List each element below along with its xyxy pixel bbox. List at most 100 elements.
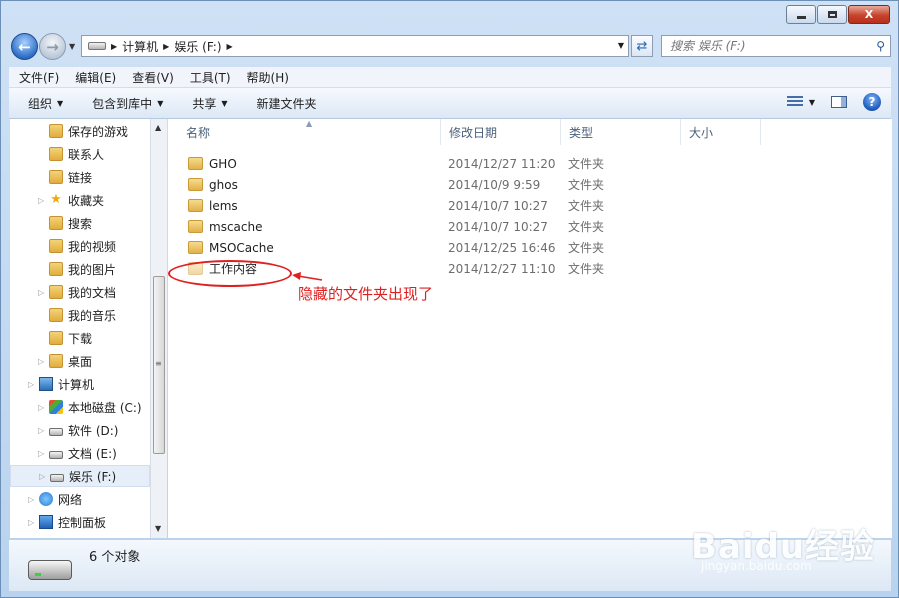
menu-help[interactable]: 帮助(H) bbox=[237, 69, 295, 86]
recent-pages-dropdown[interactable]: ▼ bbox=[69, 42, 75, 51]
scroll-down-icon[interactable]: ▼ bbox=[155, 524, 161, 533]
sidebar-item[interactable]: 我的图片 bbox=[10, 258, 150, 280]
file-name-cell: lems bbox=[188, 199, 438, 213]
expand-arrow-icon[interactable]: ▷ bbox=[38, 196, 46, 205]
expand-arrow-icon[interactable]: ▷ bbox=[39, 472, 47, 481]
file-row[interactable]: MSOCache 2014/12/25 16:46 文件夹 bbox=[168, 237, 892, 258]
share-button[interactable]: 共享 ▼ bbox=[173, 95, 237, 112]
column-type[interactable]: 类型 bbox=[561, 119, 681, 145]
expand-arrow-icon[interactable]: ▷ bbox=[28, 495, 36, 504]
chevron-right-icon[interactable]: ▶ bbox=[227, 42, 233, 51]
help-button[interactable]: ? bbox=[863, 93, 881, 111]
expand-arrow-icon[interactable]: ▷ bbox=[28, 380, 36, 389]
expand-arrow-icon[interactable]: ▷ bbox=[38, 403, 46, 412]
maximize-button[interactable] bbox=[817, 5, 847, 24]
breadcrumb: ▶ 计算机 ▶ 娱乐 (F:) ▶ bbox=[82, 38, 233, 55]
arrow-left-icon: ← bbox=[18, 37, 31, 56]
sidebar-item[interactable]: ▷ 本地磁盘 (C:) bbox=[10, 396, 150, 418]
sidebar-item[interactable]: 我的音乐 bbox=[10, 304, 150, 326]
file-type: 文件夹 bbox=[568, 178, 605, 192]
navigation-scrollbar[interactable]: ▲ ≡ ▼ bbox=[150, 119, 167, 538]
chevron-right-icon[interactable]: ▶ bbox=[111, 42, 117, 51]
sidebar-item[interactable]: ▷ 桌面 bbox=[10, 350, 150, 372]
column-date-modified[interactable]: 修改日期 bbox=[441, 119, 561, 145]
back-button[interactable]: ← bbox=[11, 33, 38, 60]
breadcrumb-drive-f[interactable]: 娱乐 (F:) bbox=[174, 38, 221, 55]
search-input[interactable] bbox=[662, 38, 867, 54]
file-row[interactable]: ghos 2014/10/9 9:59 文件夹 bbox=[168, 174, 892, 195]
close-button[interactable]: X bbox=[848, 5, 890, 24]
folder-icon bbox=[49, 170, 63, 184]
chevron-down-icon: ▼ bbox=[221, 98, 228, 108]
folder-icon bbox=[49, 216, 63, 230]
file-date: 2014/10/9 9:59 bbox=[448, 177, 541, 192]
organize-button[interactable]: 组织 ▼ bbox=[9, 95, 73, 112]
sidebar-item-label: 娱乐 (F:) bbox=[69, 469, 117, 484]
minimize-button[interactable] bbox=[786, 5, 816, 24]
expand-arrow-icon[interactable]: ▷ bbox=[38, 426, 46, 435]
menu-file[interactable]: 文件(F) bbox=[9, 69, 65, 86]
menu-view[interactable]: 查看(V) bbox=[122, 69, 180, 86]
file-name: ghos bbox=[209, 177, 238, 192]
chevron-right-icon[interactable]: ▶ bbox=[163, 42, 169, 51]
address-bar[interactable]: ▶ 计算机 ▶ 娱乐 (F:) ▶ ▼ bbox=[81, 35, 629, 57]
explorer-window: X ← → ▼ ▶ 计算机 ▶ 娱乐 (F:) ▶ ▼ ⇄ ⚲ 文件(F) 编辑… bbox=[0, 0, 899, 598]
sidebar-item[interactable]: ▷ 娱乐 (F:) bbox=[10, 465, 150, 487]
scroll-grip-icon: ≡ bbox=[155, 359, 162, 368]
sidebar-item[interactable]: 我的视频 bbox=[10, 235, 150, 257]
sidebar-item[interactable]: 联系人 bbox=[10, 143, 150, 165]
sidebar-item[interactable]: ▷ 网络 bbox=[10, 488, 150, 510]
sidebar-item[interactable]: ▷ 软件 (D:) bbox=[10, 419, 150, 441]
scroll-up-icon[interactable]: ▲ bbox=[155, 123, 161, 132]
sidebar-item[interactable]: 链接 bbox=[10, 166, 150, 188]
network-icon bbox=[39, 492, 53, 506]
sidebar-item[interactable]: ▷ 计算机 bbox=[10, 373, 150, 395]
sidebar-item-label: 我的文档 bbox=[68, 285, 117, 300]
file-row[interactable]: mscache 2014/10/7 10:27 文件夹 bbox=[168, 216, 892, 237]
sidebar-item-label: 文档 (E:) bbox=[68, 446, 117, 461]
column-size[interactable]: 大小 bbox=[681, 119, 761, 145]
sidebar-item[interactable]: ▷ 控制面板 bbox=[10, 511, 150, 533]
sidebar-item-label: 控制面板 bbox=[58, 515, 107, 530]
file-type: 文件夹 bbox=[568, 262, 605, 276]
expand-arrow-icon[interactable]: ▷ bbox=[38, 449, 46, 458]
arrow-right-icon: → bbox=[46, 37, 59, 56]
expand-arrow-icon[interactable]: ▷ bbox=[38, 357, 46, 366]
sidebar-item-label: 搜索 bbox=[68, 216, 93, 231]
file-row[interactable]: GHO 2014/12/27 11:20 文件夹 bbox=[168, 153, 892, 174]
share-label: 共享 bbox=[192, 96, 217, 111]
folder-icon bbox=[49, 354, 63, 368]
menu-bar: 文件(F) 编辑(E) 查看(V) 工具(T) 帮助(H) bbox=[9, 67, 891, 87]
search-icon[interactable]: ⚲ bbox=[876, 39, 885, 53]
sidebar-item[interactable]: 保存的游戏 bbox=[10, 120, 150, 142]
address-dropdown-icon[interactable]: ▼ bbox=[618, 41, 624, 50]
sidebar-item[interactable]: ▷ ★ 收藏夹 bbox=[10, 189, 150, 211]
include-library-button[interactable]: 包含到库中 ▼ bbox=[73, 95, 173, 112]
menu-tools[interactable]: 工具(T) bbox=[180, 69, 237, 86]
sidebar-item[interactable]: ▷ 文档 (E:) bbox=[10, 442, 150, 464]
folder-icon bbox=[49, 147, 63, 161]
sidebar-item-label: 下载 bbox=[68, 331, 93, 346]
expand-arrow-icon[interactable]: ▷ bbox=[28, 518, 36, 527]
preview-pane-button[interactable] bbox=[831, 96, 847, 108]
column-headers: 名称 修改日期 类型 大小 bbox=[168, 119, 892, 145]
sidebar-item-label: 网络 bbox=[58, 492, 83, 507]
forward-button[interactable]: → bbox=[39, 33, 66, 60]
file-name-cell: ghos bbox=[188, 178, 438, 192]
menu-edit[interactable]: 编辑(E) bbox=[65, 69, 122, 86]
expand-arrow-icon[interactable]: ▷ bbox=[38, 288, 46, 297]
sidebar-item[interactable]: ▷ 我的文档 bbox=[10, 281, 150, 303]
sidebar-item[interactable]: 搜索 bbox=[10, 212, 150, 234]
sidebar-item[interactable]: 下载 bbox=[10, 327, 150, 349]
folder-icon bbox=[188, 157, 203, 170]
folder-icon bbox=[188, 220, 203, 233]
file-type: 文件夹 bbox=[568, 199, 605, 213]
new-folder-button[interactable]: 新建文件夹 bbox=[238, 95, 327, 112]
refresh-button[interactable]: ⇄ bbox=[631, 35, 653, 57]
drive-icon bbox=[50, 474, 64, 482]
breadcrumb-computer[interactable]: 计算机 bbox=[122, 38, 158, 55]
column-name[interactable]: 名称 bbox=[168, 119, 441, 145]
file-row[interactable]: lems 2014/10/7 10:27 文件夹 bbox=[168, 195, 892, 216]
change-view-button[interactable]: ▼ bbox=[786, 96, 815, 108]
search-box: ⚲ bbox=[661, 35, 891, 57]
